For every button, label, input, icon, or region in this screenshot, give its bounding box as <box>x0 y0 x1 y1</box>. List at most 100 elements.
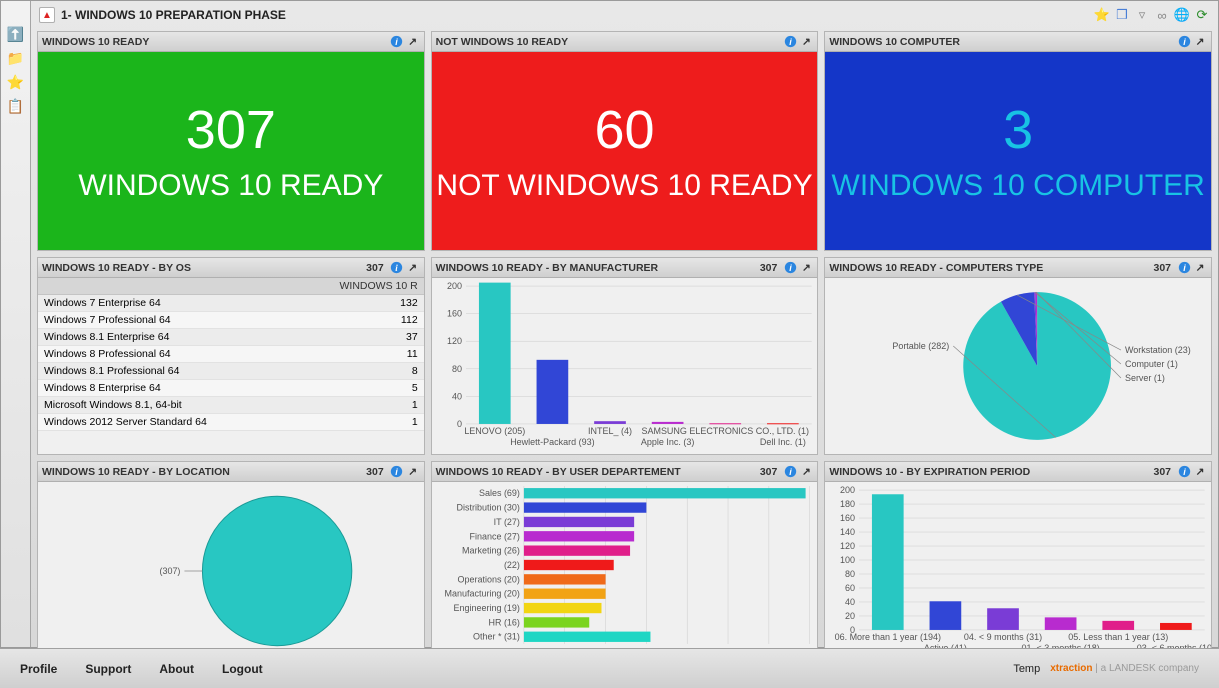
svg-text:40: 40 <box>845 597 855 607</box>
detach-icon[interactable]: ↗ <box>406 465 420 479</box>
os-count: 132 <box>292 295 423 312</box>
panel-count: 307 <box>1153 466 1175 478</box>
svg-text:80: 80 <box>845 569 855 579</box>
svg-text:Finance (27): Finance (27) <box>469 531 519 541</box>
panel-count: 307 <box>366 466 388 478</box>
os-name: Windows 8.1 Professional 64 <box>38 363 292 380</box>
svg-text:80: 80 <box>452 364 462 374</box>
star-icon[interactable]: ⭐ <box>1094 7 1110 23</box>
chart-type[interactable]: Portable (282)Workstation (23)Computer (… <box>825 278 1211 454</box>
info-icon[interactable]: i <box>1177 465 1191 479</box>
svg-text:Hewlett-Packard (93): Hewlett-Packard (93) <box>510 437 594 447</box>
kpi-card[interactable]: 3 WINDOWS 10 COMPUTER <box>825 52 1211 250</box>
table-row[interactable]: Windows 8 Professional 6411 <box>38 346 424 363</box>
detach-icon[interactable]: ↗ <box>799 35 813 49</box>
home-icon[interactable]: ⬆️ <box>7 25 25 43</box>
panel-title: WINDOWS 10 COMPUTER <box>829 36 960 48</box>
detach-icon[interactable]: ↗ <box>1193 261 1207 275</box>
page-toolbar: ⭐ ❒ ▿ ∞ 🌐 ⟳ <box>1094 7 1210 23</box>
kpi-value: 3 <box>1003 99 1033 161</box>
kpi-panel: WINDOWS 10 COMPUTER i ↗ 3 WINDOWS 10 COM… <box>824 31 1212 251</box>
svg-text:05. Less than 1 year (13): 05. Less than 1 year (13) <box>1069 632 1169 642</box>
brand-logo: xtraction | a LANDESK company <box>1050 663 1199 674</box>
os-table: WINDOWS 10 R Windows 7 Enterprise 64132W… <box>38 278 424 431</box>
kpi-panel: NOT WINDOWS 10 READY i ↗ 60 NOT WINDOWS … <box>431 31 819 251</box>
star-icon[interactable]: ⭐ <box>7 73 25 91</box>
panel-title: WINDOWS 10 READY - BY MANUFACTURER <box>436 262 658 274</box>
panel-title: WINDOWS 10 READY - BY OS <box>42 262 191 274</box>
panel-by-location: WINDOWS 10 READY - BY LOCATION 307 i ↗ (… <box>37 461 425 661</box>
info-icon[interactable]: i <box>390 261 404 275</box>
panel-title: WINDOWS 10 READY - BY USER DEPARTEMENT <box>436 466 681 478</box>
panel-by-type: WINDOWS 10 READY - COMPUTERS TYPE 307 i … <box>824 257 1212 455</box>
info-icon[interactable]: i <box>390 465 404 479</box>
chart-manufacturer[interactable]: 04080120160200LENOVO (205)Hewlett-Packar… <box>432 278 818 454</box>
refresh-icon[interactable]: ⟳ <box>1194 7 1210 23</box>
panel-by-os: WINDOWS 10 READY - BY OS 307 i ↗ WINDOWS… <box>37 257 425 455</box>
link-icon[interactable]: ∞ <box>1154 7 1170 23</box>
os-col-header: WINDOWS 10 R <box>292 278 423 295</box>
info-icon[interactable]: i <box>783 261 797 275</box>
table-row[interactable]: Windows 8.1 Professional 648 <box>38 363 424 380</box>
kpi-value: 307 <box>186 99 276 161</box>
chart-location[interactable]: (307) <box>38 482 424 660</box>
os-count: 8 <box>292 363 423 380</box>
svg-text:LENOVO (205): LENOVO (205) <box>464 426 525 436</box>
chart-expiration[interactable]: 02040608010012014016018020006. More than… <box>825 482 1211 660</box>
detach-icon[interactable]: ↗ <box>1193 465 1207 479</box>
detach-icon[interactable]: ↗ <box>406 261 420 275</box>
dashboard-main: ▲ 1- WINDOWS 10 PREPARATION PHASE ⭐ ❒ ▿ … <box>31 1 1218 647</box>
cube-icon[interactable]: ❒ <box>1114 7 1130 23</box>
footer-link-profile[interactable]: Profile <box>20 662 57 676</box>
filter-icon[interactable]: ▿ <box>1134 7 1150 23</box>
os-name: Microsoft Windows 8.1, 64-bit <box>38 397 292 414</box>
globe-icon[interactable]: 🌐 <box>1174 7 1190 23</box>
os-count: 1 <box>292 414 423 431</box>
detach-icon[interactable]: ↗ <box>799 261 813 275</box>
svg-text:Manufacturing (20): Manufacturing (20) <box>444 589 519 599</box>
detach-icon[interactable]: ↗ <box>406 35 420 49</box>
title-bar: ▲ 1- WINDOWS 10 PREPARATION PHASE ⭐ ❒ ▿ … <box>37 5 1212 25</box>
os-name: Windows 7 Enterprise 64 <box>38 295 292 312</box>
svg-text:40: 40 <box>452 391 462 401</box>
kpi-card[interactable]: 60 NOT WINDOWS 10 READY <box>432 52 818 250</box>
svg-text:120: 120 <box>447 336 462 346</box>
svg-text:160: 160 <box>840 513 855 523</box>
chart-department[interactable]: 010203040506070Sales (69)Distribution (3… <box>432 482 818 660</box>
panel-count: 307 <box>760 466 782 478</box>
detach-icon[interactable]: ↗ <box>799 465 813 479</box>
footer-link-logout[interactable]: Logout <box>222 662 263 676</box>
folder-icon[interactable]: 📁 <box>7 49 25 67</box>
table-row[interactable]: Windows 8.1 Enterprise 6437 <box>38 329 424 346</box>
list-icon[interactable]: 📋 <box>7 97 25 115</box>
svg-text:HR (16): HR (16) <box>488 617 519 627</box>
kpi-label: WINDOWS 10 COMPUTER <box>832 169 1205 203</box>
svg-text:Operations (20): Operations (20) <box>457 574 519 584</box>
svg-text:Distribution (30): Distribution (30) <box>456 503 519 513</box>
svg-text:120: 120 <box>840 541 855 551</box>
svg-text:SAMSUNG ELECTRONICS CO., LTD.: SAMSUNG ELECTRONICS CO., LTD. (1) <box>641 426 809 436</box>
info-icon[interactable]: i <box>783 465 797 479</box>
footer-link-support[interactable]: Support <box>85 662 131 676</box>
os-count: 1 <box>292 397 423 414</box>
svg-text:Portable (282): Portable (282) <box>893 341 950 351</box>
detach-icon[interactable]: ↗ <box>1193 35 1207 49</box>
panel-title: NOT WINDOWS 10 READY <box>436 36 568 48</box>
svg-text:Server (1): Server (1) <box>1125 373 1165 383</box>
table-row[interactable]: Windows 8 Enterprise 645 <box>38 380 424 397</box>
os-count: 11 <box>292 346 423 363</box>
table-row[interactable]: Windows 2012 Server Standard 641 <box>38 414 424 431</box>
footer-link-about[interactable]: About <box>159 662 194 676</box>
table-row[interactable]: Windows 7 Enterprise 64132 <box>38 295 424 312</box>
info-icon[interactable]: i <box>390 35 404 49</box>
info-icon[interactable]: i <box>1177 261 1191 275</box>
panel-title: WINDOWS 10 READY <box>42 36 149 48</box>
os-count: 5 <box>292 380 423 397</box>
kpi-card[interactable]: 307 WINDOWS 10 READY <box>38 52 424 250</box>
table-row[interactable]: Windows 7 Professional 64112 <box>38 312 424 329</box>
svg-text:140: 140 <box>840 527 855 537</box>
svg-text:Workstation (23): Workstation (23) <box>1125 345 1191 355</box>
table-row[interactable]: Microsoft Windows 8.1, 64-bit1 <box>38 397 424 414</box>
info-icon[interactable]: i <box>783 35 797 49</box>
info-icon[interactable]: i <box>1177 35 1191 49</box>
